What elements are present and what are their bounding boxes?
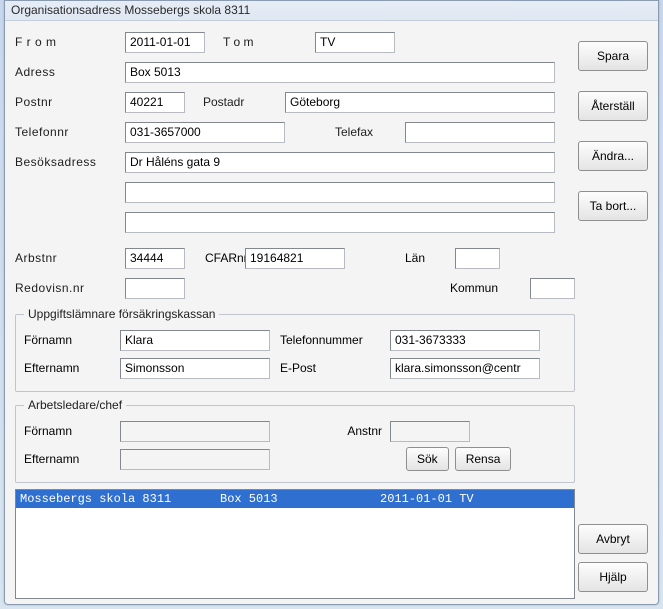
chef-fornamn-input	[120, 421, 270, 442]
lan-label: Län	[345, 251, 455, 265]
adress-label: Adress	[15, 65, 125, 79]
postadr-input[interactable]	[285, 92, 555, 113]
telefax-label: Telefax	[285, 125, 405, 139]
andra-button[interactable]: Ändra...	[578, 141, 648, 171]
list-cell-date: 2011-01-01 TV	[380, 490, 570, 508]
tabort-button[interactable]: Ta bort...	[578, 191, 648, 221]
cfarnr-input[interactable]	[245, 248, 345, 269]
telefax-input[interactable]	[405, 122, 555, 143]
list-row[interactable]: Mossebergs skola 8311 Box 5013 2011-01-0…	[16, 490, 574, 508]
uppgift-fornamn-input[interactable]	[120, 330, 270, 351]
besok2-input[interactable]	[125, 182, 555, 203]
postnr-input[interactable]	[125, 92, 185, 113]
button-column: Spara Återställ Ändra... Ta bort...	[578, 41, 648, 221]
chef-efternamn-input	[120, 449, 270, 470]
chef-anstnr-label: Anstnr	[270, 424, 390, 438]
adress-input[interactable]	[125, 62, 555, 83]
uppgift-group: Uppgiftslämnare försäkringskassan Förnam…	[15, 307, 575, 392]
chef-legend: Arbetsledare/chef	[24, 398, 126, 412]
list-cell-address: Box 5013	[220, 490, 380, 508]
uppgift-efternamn-label: Efternamn	[24, 361, 120, 375]
besoksadress-label: Besöksadress	[15, 155, 125, 169]
redovisnnr-label: Redovisn.nr	[15, 281, 125, 295]
kommun-label: Kommun	[420, 281, 530, 295]
uppgift-epost-input[interactable]	[390, 358, 540, 379]
tom-input[interactable]	[315, 32, 395, 53]
tom-label: T o m	[205, 35, 315, 49]
telefonnr-label: Telefonnr	[15, 125, 125, 139]
lan-input[interactable]	[455, 248, 500, 269]
dialog-window: Organisationsadress Mossebergs skola 831…	[4, 0, 659, 605]
aterstall-button[interactable]: Återställ	[578, 91, 648, 121]
hjalp-button[interactable]: Hjälp	[578, 562, 648, 592]
uppgift-epost-label: E-Post	[270, 361, 390, 375]
chef-anstnr-input	[390, 421, 470, 442]
uppgift-fornamn-label: Förnamn	[24, 333, 120, 347]
from-input[interactable]	[125, 32, 205, 53]
avbryt-button[interactable]: Avbryt	[578, 524, 648, 554]
uppgift-tel-input[interactable]	[390, 330, 540, 351]
cfarnr-label: CFARnr	[185, 251, 245, 265]
arbstnr-input[interactable]	[125, 248, 185, 269]
redovisnnr-input[interactable]	[125, 278, 185, 299]
spara-button[interactable]: Spara	[578, 41, 648, 71]
telefonnr-input[interactable]	[125, 122, 285, 143]
arbstnr-label: Arbstnr	[15, 251, 125, 265]
besok1-input[interactable]	[125, 152, 555, 173]
postadr-label: Postadr	[185, 95, 285, 109]
uppgift-efternamn-input[interactable]	[120, 358, 270, 379]
address-list[interactable]: Mossebergs skola 8311 Box 5013 2011-01-0…	[15, 489, 575, 599]
rensa-button[interactable]: Rensa	[455, 447, 512, 471]
kommun-input[interactable]	[530, 278, 575, 299]
chef-efternamn-label: Efternamn	[24, 452, 120, 466]
sok-button[interactable]: Sök	[406, 447, 449, 471]
from-label: F r o m	[15, 35, 125, 49]
form-area: F r o m T o m Adress Postnr Postadr Tele…	[15, 31, 575, 599]
uppgift-tel-label: Telefonnummer	[270, 333, 390, 347]
besok3-input[interactable]	[125, 212, 555, 233]
chef-group: Arbetsledare/chef Förnamn Anstnr Efterna…	[15, 398, 575, 483]
chef-fornamn-label: Förnamn	[24, 424, 120, 438]
window-title: Organisationsadress Mossebergs skola 831…	[5, 1, 658, 21]
button-column-bottom: Avbryt Hjälp	[578, 524, 648, 592]
postnr-label: Postnr	[15, 95, 125, 109]
uppgift-legend: Uppgiftslämnare försäkringskassan	[24, 307, 219, 321]
list-cell-name: Mossebergs skola 8311	[20, 490, 220, 508]
